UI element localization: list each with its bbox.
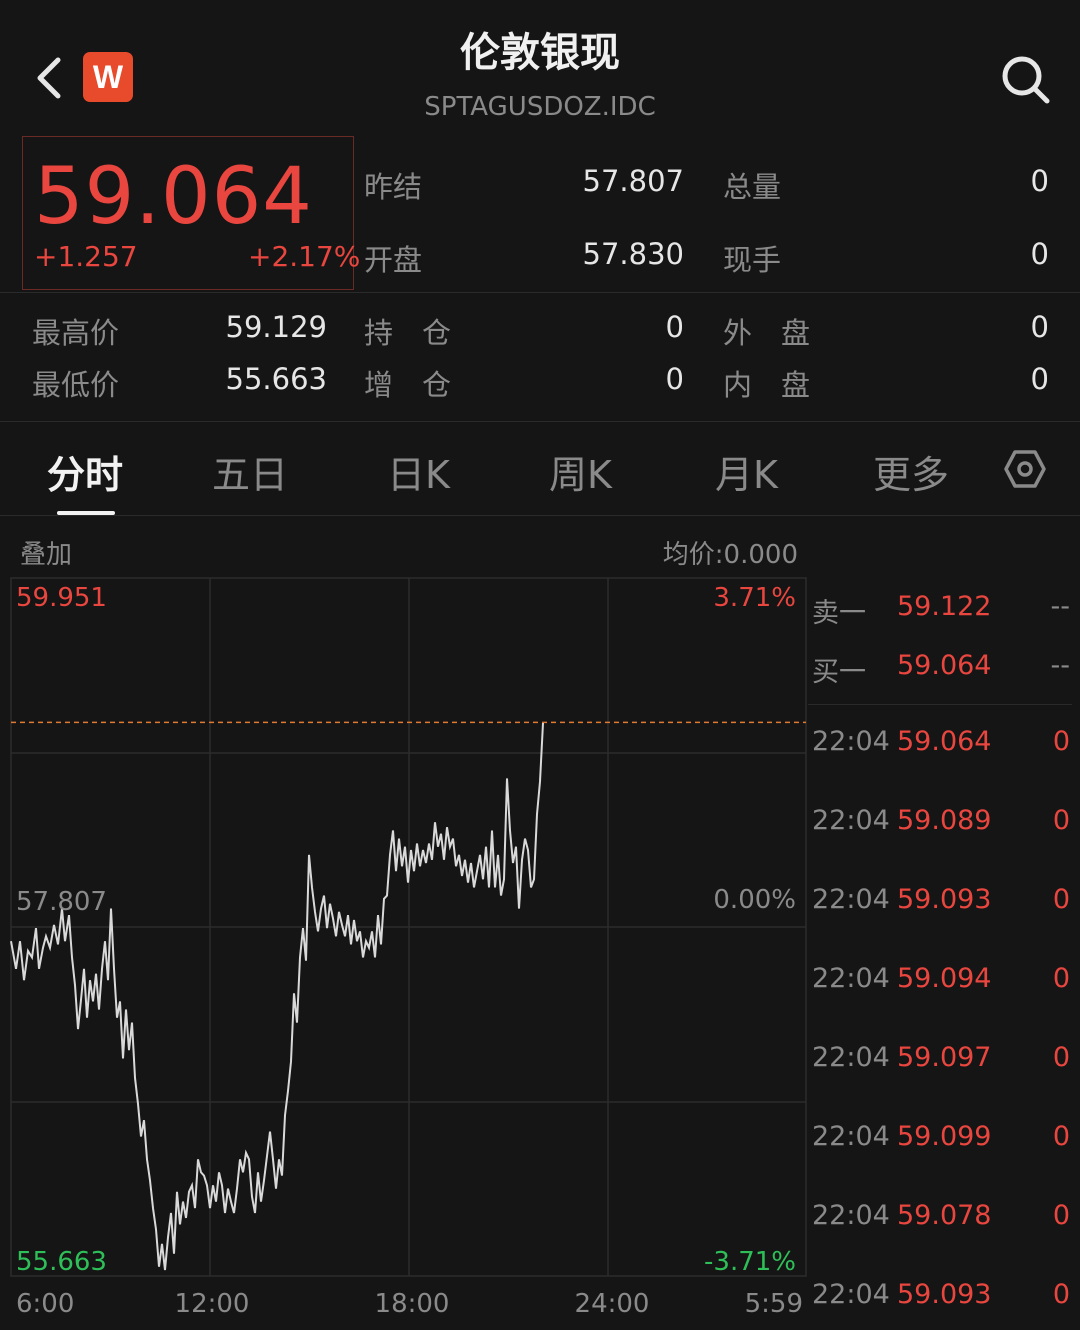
trade-time: 22:04 <box>812 1279 890 1310</box>
trade-row: 22:04 59.089 0 <box>812 805 1074 845</box>
divider <box>0 421 1080 422</box>
field-value-oi-change: 0 <box>665 362 684 396</box>
field-label-total-volume: 总量 <box>723 170 782 204</box>
buy-one-volume: -- <box>1050 650 1071 681</box>
field-value-total-volume: 0 <box>1030 164 1049 198</box>
search-icon <box>1002 56 1050 104</box>
trade-volume: 0 <box>1052 1279 1070 1310</box>
trade-volume: 0 <box>1052 726 1070 757</box>
field-label-oi-change: 增 仓 <box>364 368 452 402</box>
overlay-button[interactable]: 叠加 <box>20 534 72 571</box>
trade-price: 59.093 <box>897 1279 992 1310</box>
x-tick-label: 18:00 <box>375 1289 450 1319</box>
divider <box>808 704 1072 705</box>
trade-time: 22:04 <box>812 1121 890 1152</box>
trade-row: 22:04 59.094 0 <box>812 963 1074 1003</box>
field-value-open-interest: 0 <box>665 310 684 344</box>
last-price: 59.064 <box>34 152 313 242</box>
price-change: +1.257 <box>34 240 138 273</box>
trade-volume: 0 <box>1052 884 1070 915</box>
sell-one-price: 59.122 <box>897 591 992 622</box>
field-value-high: 59.129 <box>225 310 327 344</box>
x-tick-label: 5:59 <box>745 1289 803 1319</box>
intraday-chart[interactable]: 59.951 57.807 55.663 3.71% 0.00% -3.71% 6:00 12… <box>0 570 810 1330</box>
instrument-code: SPTAGUSDOZ.IDC <box>424 92 656 122</box>
field-label-open: 开盘 <box>364 243 423 277</box>
field-label-current-hand: 现手 <box>723 243 782 277</box>
sell-one-volume: -- <box>1050 591 1071 622</box>
field-label-low: 最低价 <box>32 368 120 402</box>
price-change-percent: +2.17% <box>248 240 361 273</box>
sell-one-label: 卖一 <box>812 598 866 629</box>
tab-monthly-k[interactable]: 月K <box>715 444 778 499</box>
trade-volume: 0 <box>1052 1200 1070 1231</box>
tab-daily-k[interactable]: 日K <box>387 444 450 499</box>
trade-volume: 0 <box>1052 805 1070 836</box>
pct-label-top: 3.71% <box>713 583 796 613</box>
trade-row: 22:04 59.064 0 <box>812 726 1074 766</box>
y-label-top: 59.951 <box>16 583 107 613</box>
trade-volume: 0 <box>1052 1121 1070 1152</box>
field-label-inner-volume: 内 盘 <box>723 368 811 402</box>
trade-time: 22:04 <box>812 963 890 994</box>
field-value-inner-volume: 0 <box>1030 362 1049 396</box>
pct-label-bottom: -3.71% <box>704 1247 796 1277</box>
trade-row: 22:04 59.099 0 <box>812 1121 1074 1161</box>
trade-price: 59.078 <box>897 1200 992 1231</box>
hexagon-settings-icon <box>1004 450 1046 488</box>
trade-price: 59.089 <box>897 805 992 836</box>
page-title: 伦敦银现 <box>460 30 620 76</box>
search-button[interactable] <box>998 52 1054 108</box>
field-value-current-hand: 0 <box>1030 237 1049 271</box>
y-label-bottom: 55.663 <box>16 1247 107 1277</box>
trade-time: 22:04 <box>812 884 890 915</box>
trade-row: 22:04 59.078 0 <box>812 1200 1074 1240</box>
divider <box>0 515 1080 516</box>
x-tick-label: 12:00 <box>175 1289 250 1319</box>
field-label-high: 最高价 <box>32 316 120 350</box>
trade-time: 22:04 <box>812 726 890 757</box>
trade-price: 59.094 <box>897 963 992 994</box>
trade-time: 22:04 <box>812 1042 890 1073</box>
field-label-open-interest: 持 仓 <box>364 316 452 350</box>
trade-price: 59.099 <box>897 1121 992 1152</box>
trade-time: 22:04 <box>812 805 890 836</box>
trade-time: 22:04 <box>812 1200 890 1231</box>
x-tick-label: 24:00 <box>575 1289 650 1319</box>
buy-one-label: 买一 <box>812 657 866 688</box>
trade-price: 59.097 <box>897 1042 992 1073</box>
buy-one-price: 59.064 <box>897 650 992 681</box>
divider <box>0 292 1080 293</box>
tab-weekly-k[interactable]: 周K <box>549 444 612 499</box>
trade-price: 59.093 <box>897 884 992 915</box>
field-label-outer-volume: 外 盘 <box>723 316 811 350</box>
chart-settings-button[interactable] <box>1004 448 1046 490</box>
field-value-outer-volume: 0 <box>1030 310 1049 344</box>
tab-five-day[interactable]: 五日 <box>212 444 288 499</box>
order-book-buy-one: 买一 59.064 -- <box>812 650 1074 690</box>
tab-intraday[interactable]: 分时 <box>47 444 123 499</box>
trade-row: 22:04 59.097 0 <box>812 1042 1074 1082</box>
field-label-prev-settle: 昨结 <box>364 170 423 204</box>
field-value-low: 55.663 <box>225 362 327 396</box>
tab-more[interactable]: 更多 <box>873 444 949 499</box>
field-value-prev-settle: 57.807 <box>582 164 684 198</box>
order-book-sell-one: 卖一 59.122 -- <box>812 591 1074 631</box>
pct-label-mid: 0.00% <box>713 885 796 915</box>
chart-grid <box>10 577 807 1277</box>
trade-volume: 0 <box>1052 963 1070 994</box>
average-price-label: 均价:0.000 <box>662 540 798 570</box>
trade-row: 22:04 59.093 0 <box>812 884 1074 924</box>
y-label-mid: 57.807 <box>16 887 107 917</box>
x-tick-label: 6:00 <box>16 1289 74 1319</box>
price-line <box>10 722 544 1271</box>
trade-price: 59.064 <box>897 726 992 757</box>
trade-volume: 0 <box>1052 1042 1070 1073</box>
field-value-open: 57.830 <box>582 237 684 271</box>
trade-row: 22:04 59.093 0 <box>812 1279 1074 1319</box>
